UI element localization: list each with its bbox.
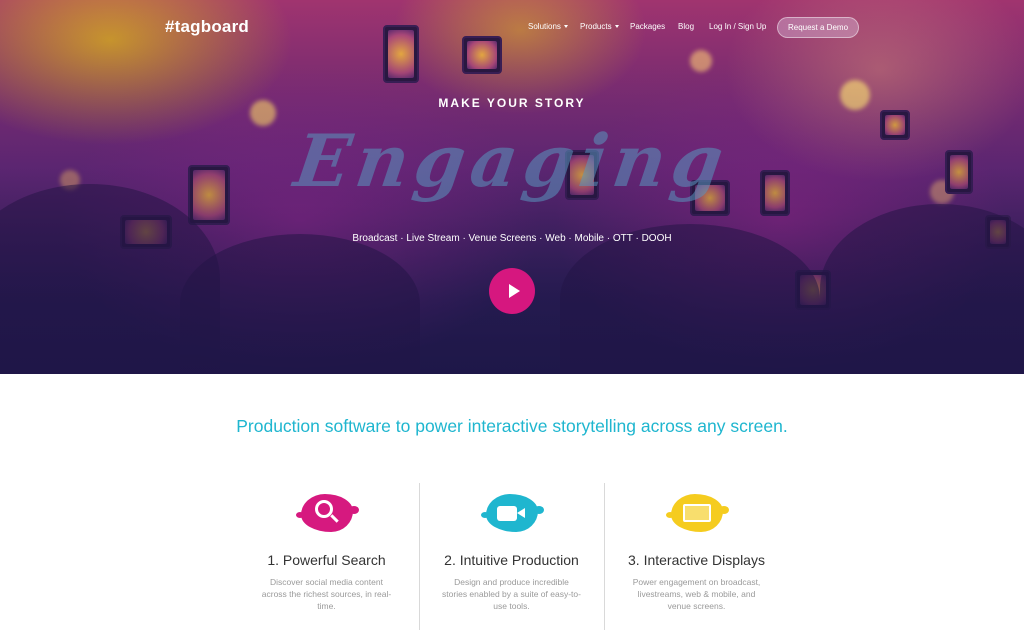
- feature-title: 1. Powerful Search: [267, 552, 386, 568]
- hero-channels: Broadcast · Live Stream · Venue Screens …: [352, 233, 672, 244]
- hero-script-word: Engaging: [289, 118, 735, 203]
- feature-description: Discover social media content across the…: [261, 577, 392, 611]
- nav-solutions-label: Solutions: [528, 22, 561, 31]
- chevron-down-icon: [614, 25, 619, 29]
- hero-section: #tagboard Solutions Products Packages Bl…: [0, 0, 1024, 374]
- request-demo-button[interactable]: Request a Demo: [777, 17, 859, 38]
- feature-title: 2. Intuitive Production: [444, 552, 579, 568]
- hero-kicker: MAKE YOUR STORY: [438, 96, 586, 110]
- feature-interactive-displays: 3. Interactive Displays Power engagement…: [604, 490, 789, 612]
- section-tagline: Production software to power interactive…: [236, 416, 788, 436]
- feature-powerful-search: 1. Powerful Search Discover social media…: [234, 490, 419, 612]
- feature-description: Design and produce incredible stories en…: [442, 577, 581, 611]
- search-icon: [295, 490, 359, 536]
- nav-products[interactable]: Products: [580, 22, 619, 31]
- feature-description: Power engagement on broadcast, livestrea…: [632, 577, 761, 611]
- display-icon: [665, 490, 729, 536]
- video-camera-icon: [480, 490, 544, 536]
- nav-products-label: Products: [580, 22, 612, 31]
- play-icon: [508, 284, 520, 298]
- nav-packages[interactable]: Packages: [630, 22, 665, 31]
- main-navigation: Solutions Products Packages Blog Log In …: [0, 22, 1024, 34]
- nav-blog[interactable]: Blog: [678, 22, 694, 31]
- feature-intuitive-production: 2. Intuitive Production Design and produ…: [419, 490, 604, 612]
- chevron-down-icon: [563, 25, 568, 29]
- nav-solutions[interactable]: Solutions: [528, 22, 568, 31]
- feature-title: 3. Interactive Displays: [628, 552, 765, 568]
- nav-login-signup[interactable]: Log In / Sign Up: [709, 22, 766, 31]
- play-video-button[interactable]: [489, 268, 535, 314]
